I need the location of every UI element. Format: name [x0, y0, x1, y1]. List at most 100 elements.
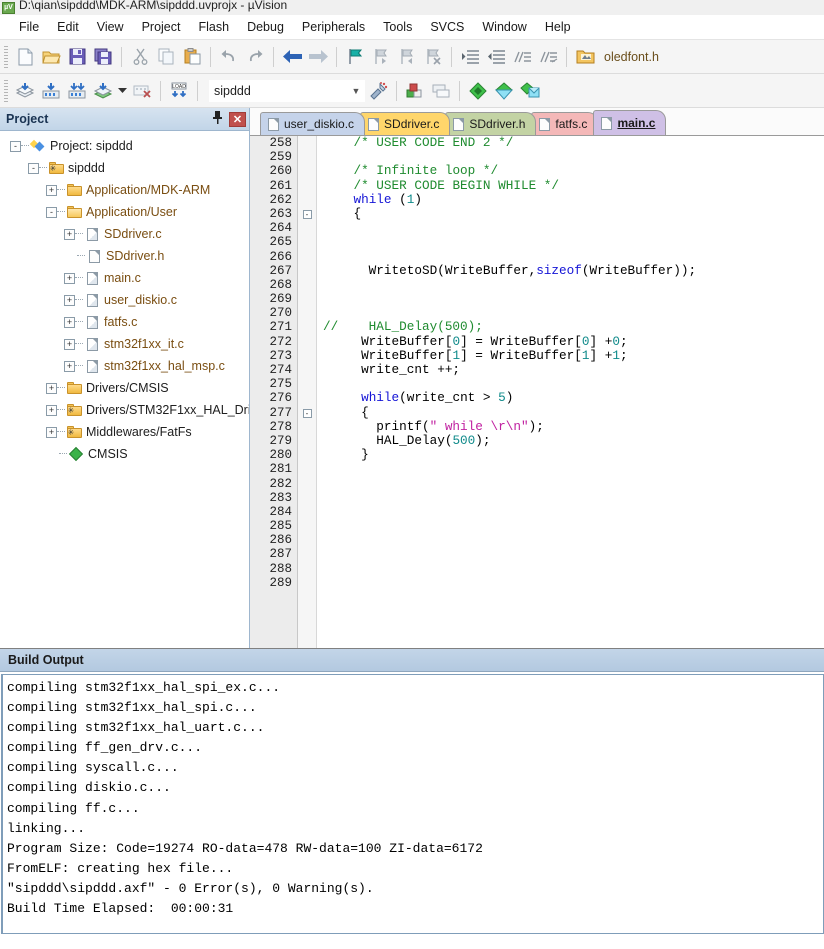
menu-item-help[interactable]: Help: [536, 18, 580, 36]
manage-project-items-icon[interactable]: [402, 78, 428, 104]
line-number: 288: [269, 561, 292, 576]
bookmark-clear-icon[interactable]: [420, 44, 446, 70]
stop-build-icon[interactable]: [129, 78, 155, 104]
tree-connector: [75, 277, 83, 279]
copy-icon[interactable]: [153, 44, 179, 70]
tree-connector: [75, 365, 83, 367]
bookmark-toggle-icon[interactable]: [342, 44, 368, 70]
tree-item[interactable]: + Drivers/CMSIS: [0, 377, 249, 399]
tree-item[interactable]: + SDdriver.c: [0, 223, 249, 245]
navigate-forward-icon[interactable]: [305, 44, 331, 70]
tree-item-label: stm32f1xx_hal_msp.c: [104, 359, 225, 373]
fold-toggle[interactable]: -: [298, 207, 316, 221]
code-editor[interactable]: 258 259 260 261 262 263 264 265 266 267 268 269 270 2…: [250, 136, 824, 648]
open-header-icon[interactable]: [572, 44, 598, 70]
tree-expander[interactable]: +: [46, 184, 57, 196]
batch-build-icon[interactable]: [90, 78, 116, 104]
cut-icon[interactable]: [127, 44, 153, 70]
manage-windows-icon[interactable]: [428, 78, 454, 104]
indent-right-icon[interactable]: [457, 44, 483, 70]
download-icon[interactable]: LOAD: [166, 78, 192, 104]
code-fold-column[interactable]: --: [298, 136, 317, 648]
toolbar-grip[interactable]: [4, 45, 8, 68]
batch-build-dropdown-icon[interactable]: [116, 78, 129, 104]
tree-connector: [21, 145, 29, 147]
bookmark-prev-icon[interactable]: [368, 44, 394, 70]
editor-tab-main-c[interactable]: main.c: [593, 110, 667, 135]
close-icon[interactable]: ✕: [229, 111, 246, 127]
editor-tab-sddriver-h[interactable]: SDdriver.h: [445, 112, 537, 135]
tree-expander[interactable]: +: [46, 426, 57, 438]
tree-expander[interactable]: -: [46, 206, 57, 218]
menu-item-flash[interactable]: Flash: [189, 18, 238, 36]
redo-icon[interactable]: [242, 44, 268, 70]
toolbar-grip[interactable]: [4, 79, 8, 102]
target-selector[interactable]: sipddd ▼: [209, 79, 365, 102]
tree-expander[interactable]: +: [46, 382, 57, 394]
tree-item[interactable]: - Project: sipddd: [0, 135, 249, 157]
save-icon[interactable]: [64, 44, 90, 70]
menu-item-tools[interactable]: Tools: [374, 18, 421, 36]
code-text[interactable]: /* USER CODE END 2 */ /* Infinite loop *…: [317, 136, 824, 648]
editor-tab-fatfs-c[interactable]: fatfs.c: [531, 112, 599, 135]
editor-tab-user-diskio-c[interactable]: user_diskio.c: [260, 112, 366, 135]
rebuild-icon[interactable]: [64, 78, 90, 104]
save-all-icon[interactable]: [90, 44, 116, 70]
navigate-back-icon[interactable]: [279, 44, 305, 70]
comment-icon[interactable]: [509, 44, 535, 70]
tree-item[interactable]: + user_diskio.c: [0, 289, 249, 311]
select-software-packs-icon[interactable]: [517, 78, 543, 104]
paste-icon[interactable]: [179, 44, 205, 70]
tree-item[interactable]: + ✳ Middlewares/FatFs: [0, 421, 249, 443]
chevron-down-icon[interactable]: ▼: [348, 86, 364, 96]
tree-item[interactable]: + fatfs.c: [0, 311, 249, 333]
indent-left-icon[interactable]: [483, 44, 509, 70]
tree-item[interactable]: - ✳ sipddd: [0, 157, 249, 179]
menu-item-debug[interactable]: Debug: [238, 18, 293, 36]
tree-item[interactable]: + stm32f1xx_hal_msp.c: [0, 355, 249, 377]
manage-runtime-env-icon[interactable]: [491, 78, 517, 104]
tree-item[interactable]: CMSIS: [0, 443, 249, 465]
menu-item-view[interactable]: View: [88, 18, 133, 36]
pin-icon[interactable]: [209, 111, 225, 127]
tree-item[interactable]: SDdriver.h: [0, 245, 249, 267]
menu-item-file[interactable]: File: [10, 18, 48, 36]
tree-expander[interactable]: +: [64, 272, 75, 284]
tree-expander[interactable]: -: [10, 140, 21, 152]
menu-item-window[interactable]: Window: [473, 18, 535, 36]
tree-expander[interactable]: +: [64, 294, 75, 306]
pack-installer-icon[interactable]: [465, 78, 491, 104]
editor-tab-sddriver-c[interactable]: SDdriver.c: [360, 112, 451, 135]
menu-item-svcs[interactable]: SVCS: [421, 18, 473, 36]
tree-item[interactable]: + main.c: [0, 267, 249, 289]
tree-expander[interactable]: +: [64, 338, 75, 350]
tree-expander[interactable]: +: [64, 360, 75, 372]
undo-icon[interactable]: [216, 44, 242, 70]
tree-item[interactable]: + Application/MDK-ARM: [0, 179, 249, 201]
uvision-icon: µV: [2, 1, 15, 14]
build-icon[interactable]: [38, 78, 64, 104]
target-options-icon[interactable]: [365, 78, 391, 104]
translate-icon[interactable]: [12, 78, 38, 104]
menu-item-edit[interactable]: Edit: [48, 18, 88, 36]
uncomment-icon[interactable]: [535, 44, 561, 70]
new-file-icon[interactable]: [12, 44, 38, 70]
menu-item-peripherals[interactable]: Peripherals: [293, 18, 374, 36]
tree-item[interactable]: + ✳ Drivers/STM32F1xx_HAL_Driver: [0, 399, 249, 421]
open-file-icon[interactable]: [38, 44, 64, 70]
build-output-line: compiling diskio.c...: [7, 780, 171, 796]
toolbar-header-file-label[interactable]: oledfont.h: [604, 50, 659, 64]
tree-expander[interactable]: +: [64, 316, 75, 328]
project-tree[interactable]: - Project: sipddd - ✳ sipddd + Application/MDK…: [0, 131, 249, 648]
build-output-text[interactable]: compiling stm32f1xx_hal_spi_ex.c... compi…: [1, 674, 824, 934]
tree-expander[interactable]: +: [64, 228, 75, 240]
menu-item-project[interactable]: Project: [133, 18, 190, 36]
fold-toggle[interactable]: -: [298, 406, 316, 420]
tree-expander[interactable]: -: [28, 162, 39, 174]
tree-item[interactable]: - Application/User: [0, 201, 249, 223]
tree-expander[interactable]: +: [46, 404, 57, 416]
tree-item[interactable]: + stm32f1xx_it.c: [0, 333, 249, 355]
bookmark-next-icon[interactable]: [394, 44, 420, 70]
